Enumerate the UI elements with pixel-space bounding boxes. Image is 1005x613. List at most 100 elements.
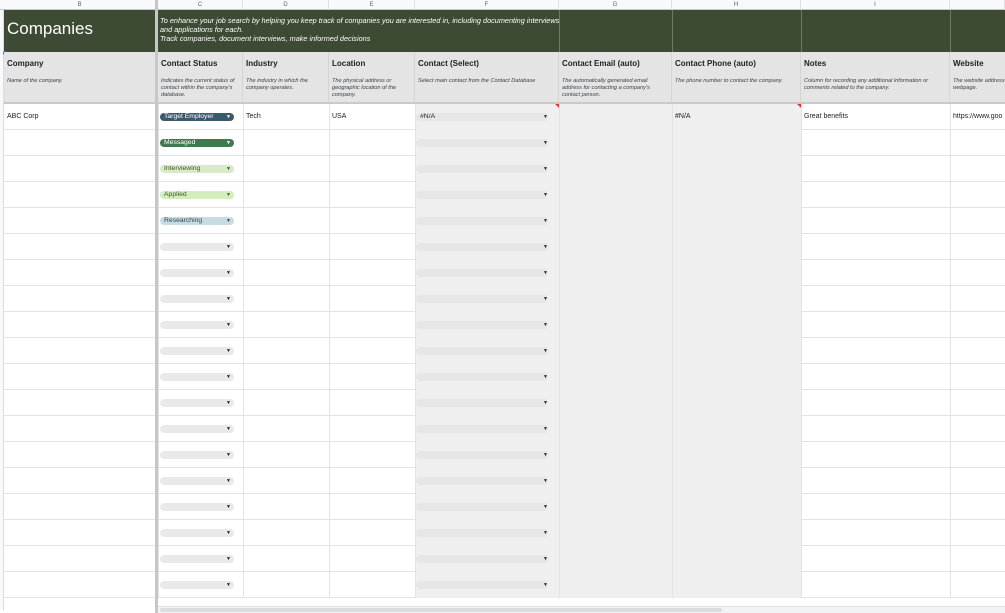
contact-select-dropdown[interactable]: ▼ (416, 373, 548, 381)
contact-select-dropdown[interactable]: ▼ (416, 347, 548, 355)
header-contact-phone[interactable]: Contact Phone (auto) The phone number to… (672, 52, 801, 102)
status-dropdown-chip[interactable]: ▼ (160, 529, 234, 537)
industry-cell[interactable]: Tech (246, 113, 261, 120)
column-header-f[interactable]: F (415, 0, 559, 10)
cell-divider (158, 494, 159, 520)
comment-indicator[interactable] (797, 104, 801, 108)
contact-select-dropdown[interactable]: ▼ (416, 217, 548, 225)
contact-select-dropdown[interactable]: ▼ (416, 269, 548, 277)
contact-select-dropdown[interactable]: ▼ (416, 555, 548, 563)
header-website[interactable]: Website The website address webpage. (950, 52, 1005, 102)
location-cell[interactable]: USA (332, 113, 346, 120)
status-dropdown-chip[interactable]: Messaged ▼ (160, 139, 234, 147)
status-label: Interviewing (164, 165, 201, 172)
contact-select-dropdown[interactable]: ▼ (416, 581, 548, 589)
cell-divider (158, 546, 159, 572)
contact-select-dropdown[interactable]: ▼ (416, 451, 548, 459)
header-industry[interactable]: Industry The industry in which the compa… (243, 52, 329, 102)
cell-divider (158, 286, 159, 312)
column-header-h[interactable]: H (672, 0, 801, 10)
header-contact-email[interactable]: Contact Email (auto) The automatically g… (559, 52, 672, 102)
cell-divider (801, 182, 802, 208)
cell-divider (559, 416, 560, 442)
cell-divider (243, 286, 244, 312)
banner-description[interactable]: To enhance your job search by helping yo… (160, 16, 560, 43)
column-header-b[interactable]: B (4, 0, 156, 10)
column-header-e[interactable]: E (329, 0, 415, 10)
status-dropdown-chip[interactable]: ▼ (160, 451, 234, 459)
contact-select-dropdown[interactable]: ▼ (416, 165, 548, 173)
column-header-c[interactable]: C (158, 0, 243, 10)
notes-cell[interactable]: Great benefits (804, 113, 848, 120)
contact-select-dropdown[interactable]: ▼ (416, 425, 548, 433)
contact-select-dropdown[interactable]: ▼ (416, 243, 548, 251)
status-dropdown-chip[interactable]: ▼ (160, 503, 234, 511)
comment-indicator[interactable] (555, 104, 559, 108)
cell-divider (672, 312, 673, 338)
caret-down-icon: ▼ (226, 114, 231, 120)
cell-divider (672, 364, 673, 390)
status-dropdown-chip[interactable]: ▼ (160, 243, 234, 251)
contact-phone-cell[interactable]: #N/A (675, 113, 691, 120)
status-dropdown-chip[interactable]: ▼ (160, 581, 234, 589)
contact-select-dropdown[interactable]: ▼ (416, 295, 548, 303)
contact-select-dropdown[interactable]: ▼ (416, 139, 548, 147)
page-title[interactable]: Companies (7, 19, 93, 39)
horizontal-scrollbar-thumb[interactable] (160, 608, 722, 612)
status-dropdown-chip[interactable]: ▼ (160, 477, 234, 485)
status-dropdown-chip[interactable]: Applied ▼ (160, 191, 234, 199)
status-dropdown-chip[interactable]: Target Employer ▼ (160, 113, 234, 121)
cell-divider (801, 520, 802, 546)
cell-divider (243, 312, 244, 338)
cell-divider (950, 234, 951, 260)
cell-divider (243, 364, 244, 390)
column-header-g[interactable]: G (559, 0, 672, 10)
header-company[interactable]: Company Name of the company. (4, 52, 158, 102)
column-header-d[interactable]: D (243, 0, 329, 10)
status-dropdown-chip[interactable]: ▼ (160, 295, 234, 303)
header-contact-status[interactable]: Contact Status Indicates the current sta… (158, 52, 243, 102)
cell-divider (801, 416, 802, 442)
caret-down-icon: ▼ (226, 426, 231, 432)
status-dropdown-chip[interactable]: ▼ (160, 347, 234, 355)
header-description: The industry in which the company operat… (246, 78, 308, 91)
cell-divider (158, 156, 159, 182)
company-cell[interactable]: ABC Corp (7, 113, 39, 120)
contact-select-dropdown[interactable]: ▼ (416, 529, 548, 537)
column-header-i[interactable]: I (801, 0, 950, 10)
status-dropdown-chip[interactable]: ▼ (160, 399, 234, 407)
cell-divider (801, 468, 802, 494)
header-contact-select[interactable]: Contact (Select) Select main contact fro… (415, 52, 559, 102)
status-dropdown-chip[interactable]: ▼ (160, 373, 234, 381)
cell-divider (801, 104, 802, 130)
contact-select-dropdown[interactable]: ▼ (416, 321, 548, 329)
contact-select-dropdown[interactable]: #N/A ▼ (416, 113, 548, 121)
cell-divider (329, 286, 330, 312)
contact-select-dropdown[interactable]: ▼ (416, 503, 548, 511)
status-dropdown-chip[interactable]: ▼ (160, 555, 234, 563)
status-dropdown-chip[interactable]: Interviewing ▼ (160, 165, 234, 173)
cell-divider (158, 182, 159, 208)
cell-divider (329, 208, 330, 234)
column-header-j[interactable] (950, 0, 1005, 10)
contact-select-dropdown[interactable]: ▼ (416, 191, 548, 199)
frozen-column-divider[interactable] (155, 0, 158, 613)
cell-divider (329, 442, 330, 468)
status-dropdown-chip[interactable]: Researching ▼ (160, 217, 234, 225)
cell-divider (559, 182, 560, 208)
header-location[interactable]: Location The physical address or geograp… (329, 52, 415, 102)
contact-select-dropdown[interactable]: ▼ (416, 399, 548, 407)
website-cell[interactable]: https://www.goo (953, 113, 1005, 120)
cell-divider (950, 260, 951, 286)
status-dropdown-chip[interactable]: ▼ (160, 269, 234, 277)
cell-divider (559, 260, 560, 286)
header-notes[interactable]: Notes Column for recording any additiona… (801, 52, 950, 102)
status-dropdown-chip[interactable]: ▼ (160, 425, 234, 433)
cell-divider (950, 338, 951, 364)
cell-divider (950, 182, 951, 208)
status-dropdown-chip[interactable]: ▼ (160, 321, 234, 329)
cell-divider (559, 494, 560, 520)
contact-select-dropdown[interactable]: ▼ (416, 477, 548, 485)
cell-divider (950, 364, 951, 390)
banner-divider (672, 10, 673, 52)
